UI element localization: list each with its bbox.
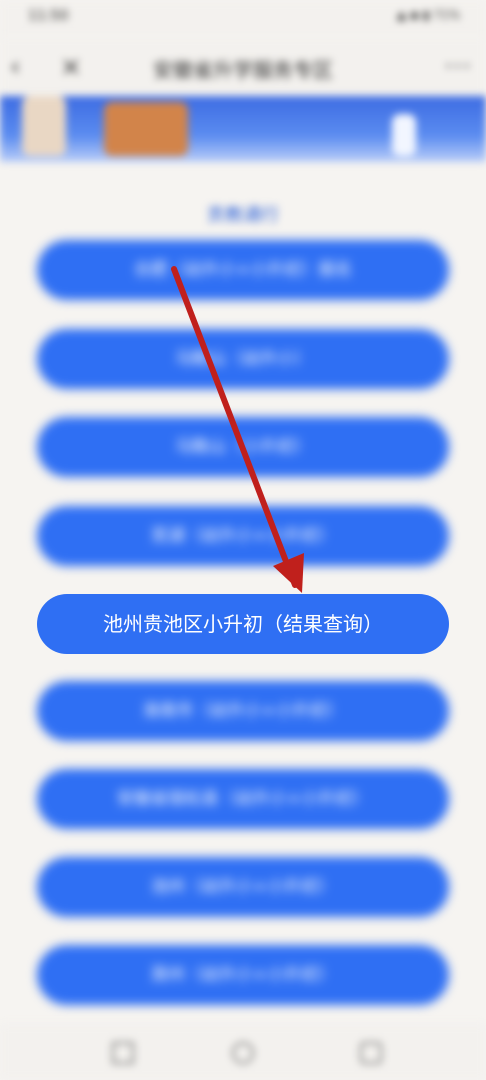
more-icon[interactable]: ··· bbox=[444, 52, 472, 82]
service-button-maanshan-junior[interactable]: 马鞍山（小升初） bbox=[37, 417, 449, 477]
recent-apps-icon[interactable] bbox=[112, 1042, 134, 1064]
status-time: 11:50 bbox=[28, 8, 69, 24]
service-button-susong[interactable]: 安徽省宿松县（幼升小+小升初） bbox=[37, 769, 449, 829]
banner-figure-left bbox=[22, 96, 66, 156]
home-icon[interactable] bbox=[232, 1042, 254, 1064]
app-header: ‹ × 安徽省升学服务专区 ··· bbox=[0, 36, 486, 98]
back-nav-icon[interactable] bbox=[360, 1042, 382, 1064]
status-icons: ▲ ◆ ▮ 71% bbox=[396, 8, 460, 22]
service-button-maanshan-primary[interactable]: 马鞍山（幼升小） bbox=[37, 329, 449, 389]
service-button-chizhou[interactable]: 池州（幼升小+小升初） bbox=[37, 857, 449, 917]
system-nav-bar bbox=[0, 1024, 486, 1080]
banner-decoration bbox=[392, 114, 416, 156]
banner-figure-right bbox=[104, 102, 188, 156]
service-button-chuzhou[interactable]: 滁州（幼升小+小升初） bbox=[37, 945, 449, 1005]
service-button-wuhu[interactable]: 芜湖（幼升小+小升初） bbox=[37, 506, 449, 566]
service-button-hefei[interactable]: 合肥（幼升小+小升初）报名 bbox=[37, 240, 449, 300]
service-button-huainan[interactable]: 淮南市（幼升小+小升初） bbox=[37, 681, 449, 741]
banner-image bbox=[0, 96, 486, 162]
section-title: 贡教通行 bbox=[207, 205, 279, 226]
page-title: 安徽省升学服务专区 bbox=[153, 58, 333, 82]
status-bar: 11:50 ▲ ◆ ▮ 71% bbox=[0, 0, 486, 36]
service-button-chizhou-guichi-result[interactable]: 池州贵池区小升初（结果查询） bbox=[37, 594, 449, 654]
